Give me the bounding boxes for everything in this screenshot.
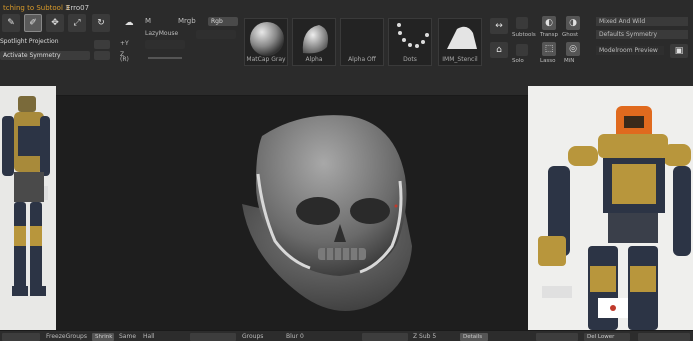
matcap-sphere-icon [250, 22, 284, 56]
perspective-button[interactable]: ⌂ [490, 42, 508, 58]
stencil-icon [447, 26, 477, 49]
bottom-field-5[interactable] [638, 333, 690, 341]
bottom-field-2[interactable] [190, 333, 236, 341]
details-button[interactable]: Details [460, 333, 488, 341]
reference-image-left [0, 86, 56, 330]
subtools-label: Subtools [512, 32, 536, 38]
lasso-icon[interactable]: ⬚ [542, 42, 556, 56]
transp-icon[interactable]: ◐ [542, 16, 556, 30]
orb-icon[interactable]: ☁ [120, 14, 138, 32]
status-text: tching to Subtool 3 [3, 4, 70, 12]
alpha-off-thumbnail[interactable]: Alpha Off [340, 18, 384, 66]
mrgb-button[interactable]: Mrgb [178, 17, 196, 25]
scale-icon[interactable]: ⤢ [68, 14, 86, 32]
zadd-button[interactable] [94, 40, 110, 49]
hall-button[interactable]: Hall [143, 333, 155, 340]
mini-label: MiN [564, 58, 575, 64]
lazyradius-slider[interactable] [148, 57, 182, 59]
armored-figure-left-image [2, 96, 50, 296]
same-button[interactable]: Same [119, 333, 136, 340]
mini-icon[interactable]: ◎ [566, 42, 580, 56]
top-toolbar: tching to Subtool 3 Erro07 ✎ ✐ ✥ ⤢ ↻ ☁ S… [0, 0, 693, 96]
bottom-toolbar: FreezeGroups Shrink Same Hall Groups Blu… [0, 330, 693, 341]
activate-symmetry-button[interactable]: Activate Symmetry [0, 51, 90, 60]
thumb-label: IMM_Stencil [442, 56, 478, 63]
bottom-field-3[interactable] [362, 333, 408, 341]
modelroom-preview-label: Modelroom Preview [596, 46, 664, 55]
thumb-label: Alpha Off [348, 56, 376, 63]
bottom-field-1[interactable] [2, 333, 40, 341]
zsub-slider[interactable]: Z Sub 5 [413, 333, 436, 340]
ghost-icon[interactable]: ◑ [566, 16, 580, 30]
status-text-secondary: Erro07 [66, 4, 90, 12]
solo-icon[interactable] [516, 44, 528, 56]
material-m-label[interactable]: M [145, 17, 151, 25]
shrink-button[interactable]: Shrink [92, 333, 114, 341]
del-lower-button[interactable]: Del Lower [584, 333, 630, 341]
draw-icon[interactable]: ✐ [24, 14, 42, 32]
stroke-dots-thumbnail[interactable]: Dots [388, 18, 432, 66]
freezegroups-button[interactable]: FreezeGroups [46, 333, 87, 340]
reference-image-right [528, 86, 693, 330]
zsub-button[interactable] [94, 51, 110, 60]
groups-button[interactable]: Groups [242, 333, 263, 340]
spotlight-projection-button[interactable]: Spotlight Projection [0, 38, 59, 45]
rgb-intensity-slider[interactable] [196, 30, 236, 39]
lasso-label: Lasso [540, 58, 556, 64]
matcap-thumbnail[interactable]: MatCap Gray [244, 18, 288, 66]
defaults-symmetry-button[interactable]: Defaults Symmetry [596, 30, 688, 39]
lazymouse-button[interactable]: LazyMouse [145, 30, 178, 37]
blur-slider[interactable]: Blur 0 [286, 333, 304, 340]
move-icon[interactable]: ✥ [46, 14, 64, 32]
armored-figure-right-image [538, 106, 691, 330]
stencil-thumbnail[interactable]: IMM_Stencil [438, 18, 482, 66]
transp-label: Transp [540, 32, 559, 38]
solo-toggle[interactable] [516, 17, 528, 29]
solo-label: Solo [512, 58, 524, 64]
rotate-icon[interactable]: ↻ [92, 14, 110, 32]
plus-y-label: +Y [120, 40, 129, 47]
thumb-label: Dots [403, 56, 417, 63]
thumb-label: Alpha [305, 56, 323, 63]
mixed-and-wild-button[interactable]: Mixed And Wild [596, 17, 688, 26]
camera-icon[interactable]: ▣ [670, 44, 688, 58]
ghost-label: Ghost [562, 32, 579, 38]
dots-icon [397, 23, 429, 48]
brush-stroke-icon [302, 25, 328, 54]
lazystep-slider[interactable] [145, 40, 185, 49]
lsym-button[interactable]: ↔ [490, 18, 508, 34]
thumb-label: MatCap Gray [246, 56, 286, 63]
r-label: (R) [120, 56, 129, 63]
edit-icon[interactable]: ✎ [2, 14, 20, 32]
rgb-button[interactable]: Rgb [208, 17, 238, 26]
bottom-field-4[interactable] [536, 333, 578, 341]
alpha-thumbnail[interactable]: Alpha [292, 18, 336, 66]
